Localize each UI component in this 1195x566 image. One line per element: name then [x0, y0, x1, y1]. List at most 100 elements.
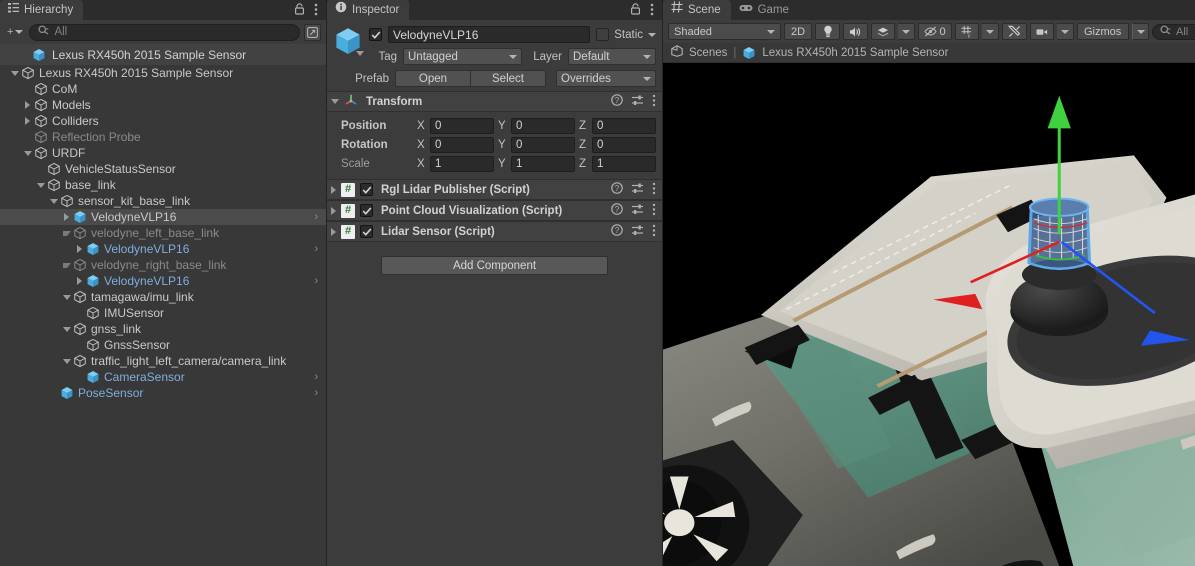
grid-snap-button[interactable]: y — [955, 23, 979, 40]
static-checkbox[interactable] — [596, 28, 609, 41]
breadcrumb-object-label[interactable]: Lexus RX450h 2015 Sample Sensor — [762, 47, 948, 59]
add-component-button[interactable]: Add Component — [381, 256, 608, 275]
expand-chevron-icon[interactable] — [331, 207, 336, 215]
tab-scene[interactable]: Scene — [663, 0, 731, 20]
twisty-collapsed-icon[interactable] — [73, 277, 86, 285]
object-prefab-icon[interactable] — [333, 26, 363, 56]
hierarchy-item-colliders[interactable]: Colliders — [0, 113, 326, 129]
hierarchy-item-lexus-rx450h-2015-sample-sensor[interactable]: Lexus RX450h 2015 Sample Sensor — [0, 65, 326, 81]
gizmos-dropdown-button[interactable] — [1132, 23, 1149, 40]
preset-icon[interactable] — [631, 182, 644, 198]
twisty-collapsed-icon[interactable] — [21, 101, 34, 109]
rotation-z-field[interactable]: 0 — [592, 137, 656, 153]
hierarchy-item-posesensor[interactable]: PoseSensor› — [0, 385, 326, 401]
kebab-menu-icon[interactable] — [652, 203, 656, 219]
preset-icon[interactable] — [631, 203, 644, 219]
twisty-expanded-icon[interactable] — [60, 263, 73, 268]
toggle-2d-button[interactable]: 2D — [784, 23, 812, 40]
hierarchy-item-gnss-link[interactable]: gnss_link — [0, 321, 326, 337]
position-z-field[interactable]: 0 — [592, 118, 656, 134]
twisty-expanded-icon[interactable] — [60, 327, 73, 332]
open-prefab-chevron-icon[interactable]: › — [314, 211, 326, 223]
hierarchy-item-velodyne-left-base-link[interactable]: velodyne_left_base_link — [0, 225, 326, 241]
hierarchy-item-gnsssensor[interactable]: GnssSensor — [0, 337, 326, 353]
scale-x-field[interactable]: 1 — [430, 156, 494, 172]
hierarchy-expand-button[interactable] — [304, 24, 321, 41]
scale-z-field[interactable]: 1 — [592, 156, 656, 172]
tag-dropdown[interactable]: Untagged — [403, 48, 522, 65]
hierarchy-item-traffic-light-left-camera-camera-link[interactable]: traffic_light_left_camera/camera_link — [0, 353, 326, 369]
tab-game[interactable]: Game — [731, 0, 799, 20]
chevron-down-icon[interactable] — [356, 51, 364, 56]
expand-chevron-icon[interactable] — [331, 186, 336, 194]
hidden-objects-button[interactable]: 0 — [918, 23, 952, 40]
kebab-menu-icon[interactable] — [652, 182, 656, 198]
hierarchy-item-base-link[interactable]: base_link — [0, 177, 326, 193]
tools-button[interactable] — [1002, 23, 1027, 40]
hierarchy-item-urdf[interactable]: URDF — [0, 145, 326, 161]
component-header-point-cloud-visualization-script[interactable]: #Point Cloud Visualization (Script)? — [327, 200, 662, 221]
hierarchy-search-input[interactable] — [54, 26, 291, 38]
effects-toggle-button[interactable] — [871, 23, 895, 40]
position-x-field[interactable]: 0 — [430, 118, 494, 134]
hierarchy-item-vehiclestatussensor[interactable]: VehicleStatusSensor — [0, 161, 326, 177]
scene-camera-button[interactable] — [1030, 23, 1054, 40]
hierarchy-item-camerasensor[interactable]: CameraSensor› — [0, 369, 326, 385]
hierarchy-item-sensor-kit-base-link[interactable]: sensor_kit_base_link — [0, 193, 326, 209]
object-enabled-checkbox[interactable] — [369, 28, 382, 41]
help-icon[interactable]: ? — [611, 224, 623, 239]
object-name-field[interactable]: VelodyneVLP16 — [388, 26, 590, 43]
gizmos-button[interactable]: Gizmos — [1077, 23, 1129, 40]
hierarchy-search[interactable] — [29, 24, 300, 41]
create-object-button[interactable]: + — [5, 26, 25, 38]
lock-icon[interactable] — [630, 3, 641, 17]
hierarchy-item-reflection-probe[interactable]: Reflection Probe — [0, 129, 326, 145]
hierarchy-item-models[interactable]: Models — [0, 97, 326, 113]
help-icon[interactable]: ? — [611, 203, 623, 218]
preset-icon[interactable] — [631, 94, 644, 110]
kebab-menu-icon[interactable] — [652, 94, 656, 110]
kebab-menu-icon[interactable] — [314, 3, 318, 18]
hierarchy-item-velodynevlp16[interactable]: VelodyneVLP16› — [0, 273, 326, 289]
prefab-open-button[interactable]: Open — [395, 70, 471, 87]
help-icon[interactable]: ? — [611, 94, 623, 109]
scene-search-input[interactable] — [1176, 26, 1195, 38]
open-prefab-chevron-icon[interactable]: › — [314, 387, 326, 399]
lighting-toggle-button[interactable] — [815, 23, 840, 40]
hierarchy-item-com[interactable]: CoM — [0, 81, 326, 97]
component-enabled-checkbox[interactable] — [360, 204, 373, 217]
open-prefab-chevron-icon[interactable]: › — [314, 243, 326, 255]
kebab-menu-icon[interactable] — [650, 3, 654, 18]
component-header-lidar-sensor-script[interactable]: #Lidar Sensor (Script)? — [327, 221, 662, 242]
prefab-select-button[interactable]: Select — [470, 70, 546, 87]
tab-inspector[interactable]: Inspector — [327, 0, 409, 20]
component-header-rgl-lidar-publisher-script[interactable]: #Rgl Lidar Publisher (Script)? — [327, 179, 662, 200]
layer-dropdown[interactable]: Default — [568, 48, 656, 65]
effects-dropdown-button[interactable] — [898, 23, 915, 40]
draw-mode-dropdown[interactable]: Shaded — [668, 23, 781, 40]
twisty-expanded-icon[interactable] — [8, 71, 21, 76]
kebab-menu-icon[interactable] — [652, 224, 656, 240]
twisty-collapsed-icon[interactable] — [60, 213, 73, 221]
breadcrumb-root-label[interactable]: Scenes — [689, 47, 727, 59]
twisty-expanded-icon[interactable] — [60, 295, 73, 300]
expand-chevron-icon[interactable] — [331, 228, 336, 236]
rotation-y-field[interactable]: 0 — [511, 137, 575, 153]
hierarchy-scene-row[interactable]: Lexus RX450h 2015 Sample Sensor — [0, 44, 326, 65]
lock-icon[interactable] — [294, 3, 305, 17]
open-prefab-chevron-icon[interactable]: › — [314, 275, 326, 287]
tab-hierarchy[interactable]: Hierarchy — [0, 0, 83, 20]
hierarchy-item-imusensor[interactable]: IMUSensor — [0, 305, 326, 321]
preset-icon[interactable] — [631, 224, 644, 240]
component-header-transform[interactable]: Transform ? — [327, 91, 662, 112]
twisty-expanded-icon[interactable] — [21, 151, 34, 156]
hierarchy-item-velodynevlp16[interactable]: VelodyneVLP16› — [0, 241, 326, 257]
component-enabled-checkbox[interactable] — [360, 183, 373, 196]
expand-chevron-icon[interactable] — [331, 99, 339, 104]
twisty-expanded-icon[interactable] — [34, 183, 47, 188]
hierarchy-item-tamagawa-imu-link[interactable]: tamagawa/imu_link — [0, 289, 326, 305]
twisty-expanded-icon[interactable] — [60, 359, 73, 364]
scene-camera-dropdown-button[interactable] — [1057, 23, 1074, 40]
prefab-overrides-dropdown[interactable]: Overrides — [556, 70, 656, 87]
scene-viewport[interactable] — [663, 63, 1195, 566]
